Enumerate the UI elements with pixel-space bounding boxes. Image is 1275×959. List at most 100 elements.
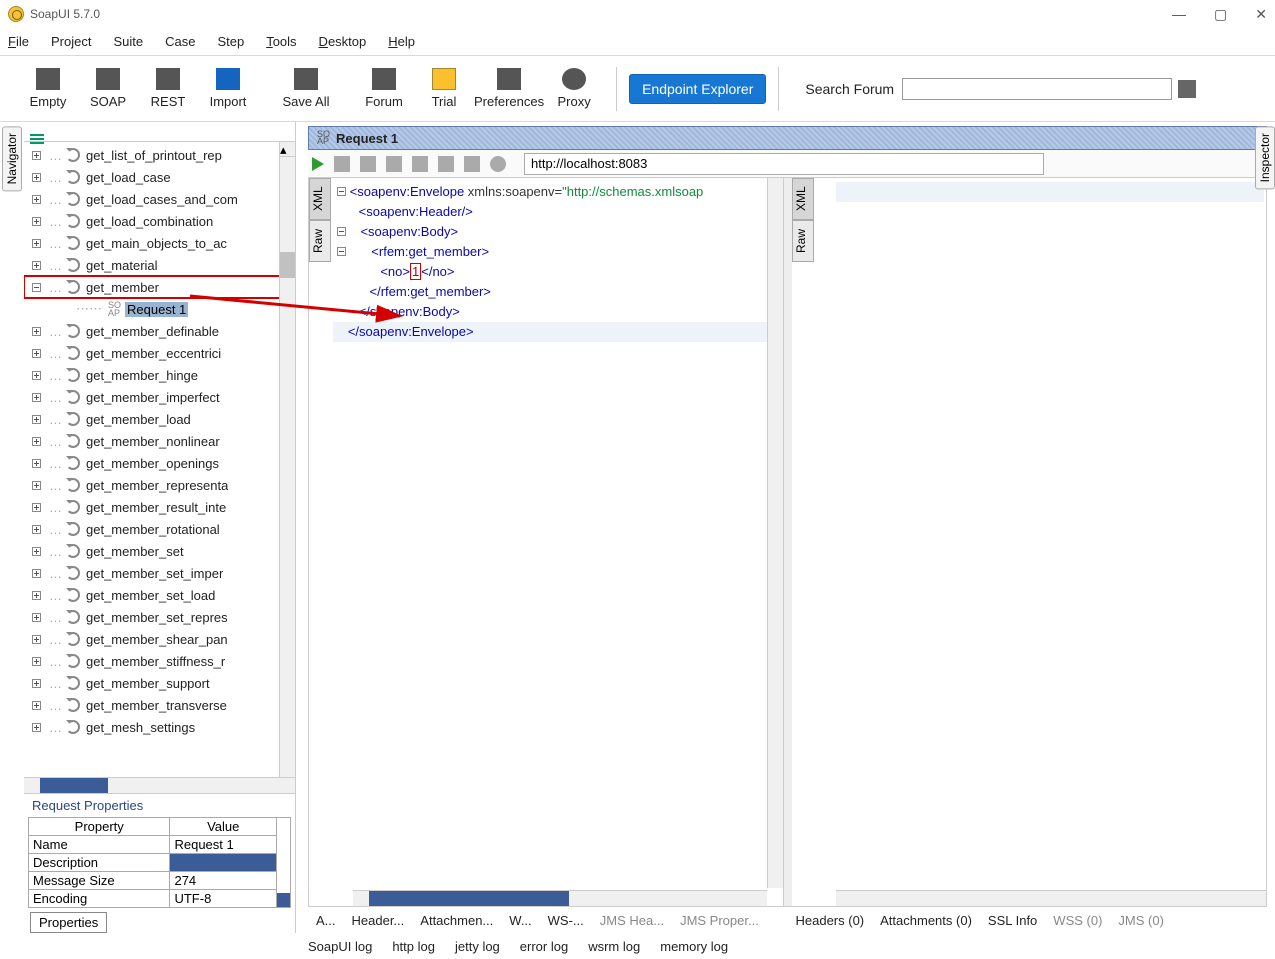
tree-item-get_load_cases_and_com[interactable]: …get_load_cases_and_com: [24, 188, 295, 210]
response-xml-tab[interactable]: XML: [792, 178, 814, 220]
export-icon[interactable]: [438, 156, 454, 172]
expand-icon[interactable]: [32, 327, 41, 336]
tree-item-get_member_representa[interactable]: …get_member_representa: [24, 474, 295, 496]
toolbar-preferences[interactable]: Preferences: [474, 68, 544, 109]
expand-icon[interactable]: [32, 701, 41, 710]
run-button[interactable]: [312, 157, 324, 171]
tree-item-get_member_definable[interactable]: …get_member_definable: [24, 320, 295, 342]
request-v-scrollbar[interactable]: [767, 178, 783, 888]
search-forum-input[interactable]: [902, 78, 1172, 100]
request-editor[interactable]: <soapenv:Envelope xmlns:soapenv="http://…: [331, 178, 783, 906]
req-tab-jmsprop[interactable]: JMS Proper...: [680, 913, 759, 928]
resp-tab-jms[interactable]: JMS (0): [1118, 913, 1164, 928]
log-error[interactable]: error log: [520, 939, 568, 954]
tree-item-get_member_transverse[interactable]: …get_member_transverse: [24, 694, 295, 716]
tree-item-get_member_load[interactable]: …get_member_load: [24, 408, 295, 430]
resp-tab-ssl[interactable]: SSL Info: [988, 913, 1037, 928]
tree-item-get_member_support[interactable]: …get_member_support: [24, 672, 295, 694]
menu-tools[interactable]: Tools: [266, 34, 296, 49]
tree-item-get_member_imperfect[interactable]: …get_member_imperfect: [24, 386, 295, 408]
req-tab-jmshead[interactable]: JMS Hea...: [600, 913, 664, 928]
expand-icon[interactable]: [32, 459, 41, 468]
log-soapui[interactable]: SoapUI log: [308, 939, 372, 954]
expand-icon[interactable]: [32, 261, 41, 270]
expand-icon[interactable]: [32, 437, 41, 446]
inspector-tab[interactable]: Inspector: [1255, 126, 1275, 189]
toolbar-soap[interactable]: SOAP: [78, 68, 138, 109]
resp-tab-attach[interactable]: Attachments (0): [880, 913, 972, 928]
tree-v-scrollbar[interactable]: ▴: [279, 142, 295, 777]
log-http[interactable]: http log: [392, 939, 435, 954]
help-icon[interactable]: [490, 156, 506, 172]
tree-item-get_member_set_repres[interactable]: …get_member_set_repres: [24, 606, 295, 628]
endpoint-url-input[interactable]: [524, 153, 1044, 175]
fold-icon[interactable]: [337, 227, 346, 236]
tree-item-get_list_of_printout_rep[interactable]: …get_list_of_printout_rep: [24, 144, 295, 166]
minimize-button[interactable]: —: [1172, 6, 1186, 23]
response-raw-tab[interactable]: Raw: [792, 220, 814, 262]
list-icon[interactable]: [30, 134, 44, 136]
req-tab-attach[interactable]: Attachmen...: [420, 913, 493, 928]
expand-icon[interactable]: [32, 635, 41, 644]
expand-icon[interactable]: [32, 349, 41, 358]
tree-item-get_member_result_inte[interactable]: …get_member_result_inte: [24, 496, 295, 518]
editor-title-bar[interactable]: SOAP Request 1: [308, 126, 1267, 150]
expand-icon[interactable]: [32, 547, 41, 556]
expand-icon[interactable]: [32, 591, 41, 600]
add-to-testcase-icon[interactable]: [334, 156, 350, 172]
prop-desc-val[interactable]: [170, 854, 277, 872]
pane-splitter[interactable]: [784, 178, 792, 906]
tree-item-get_member[interactable]: …get_member: [24, 276, 295, 298]
log-jetty[interactable]: jetty log: [455, 939, 500, 954]
tree-item-get_member_nonlinear[interactable]: …get_member_nonlinear: [24, 430, 295, 452]
menu-file[interactable]: File: [8, 34, 29, 49]
tree-item-get_load_combination[interactable]: …get_load_combination: [24, 210, 295, 232]
tree-item-get_member_eccentrici[interactable]: …get_member_eccentrici: [24, 342, 295, 364]
expand-icon[interactable]: [32, 481, 41, 490]
req-tab-wsrm[interactable]: WS-...: [548, 913, 584, 928]
log-wsrm[interactable]: wsrm log: [588, 939, 640, 954]
request-raw-tab[interactable]: Raw: [309, 220, 331, 262]
tree-item-get_member_set_load[interactable]: …get_member_set_load: [24, 584, 295, 606]
close-button[interactable]: ✕: [1255, 6, 1267, 23]
expand-icon[interactable]: [32, 217, 41, 226]
expand-icon[interactable]: [32, 503, 41, 512]
maximize-button[interactable]: ▢: [1214, 6, 1227, 23]
navigator-tab[interactable]: Navigator: [2, 126, 22, 191]
expand-icon[interactable]: [32, 195, 41, 204]
endpoint-explorer-button[interactable]: Endpoint Explorer: [629, 74, 766, 104]
toolbar-proxy[interactable]: Proxy: [544, 68, 604, 109]
navigator-tree[interactable]: …get_list_of_printout_rep…get_load_case……: [24, 142, 295, 740]
toolbar-trial[interactable]: Trial: [414, 68, 474, 109]
prop-name-val[interactable]: Request 1: [170, 836, 277, 854]
expand-icon[interactable]: [32, 657, 41, 666]
expand-icon[interactable]: [32, 613, 41, 622]
resp-tab-headers[interactable]: Headers (0): [796, 913, 865, 928]
properties-tab[interactable]: Properties: [30, 912, 107, 933]
toolbar-save-all[interactable]: Save All: [276, 68, 336, 109]
expand-icon[interactable]: [32, 393, 41, 402]
prop-enc-val[interactable]: UTF-8: [170, 890, 277, 908]
req-tab-auth[interactable]: A...: [316, 913, 336, 928]
expand-icon[interactable]: [32, 679, 41, 688]
toolbar-rest[interactable]: REST: [138, 68, 198, 109]
response-h-scrollbar[interactable]: [836, 890, 1266, 906]
tree-item-get_member_rotational[interactable]: …get_member_rotational: [24, 518, 295, 540]
req-tab-wsa[interactable]: W...: [509, 913, 531, 928]
expand-icon[interactable]: [32, 723, 41, 732]
fold-icon[interactable]: [337, 187, 346, 196]
calendar-icon[interactable]: [1178, 80, 1196, 98]
tree-item-get_material[interactable]: …get_material: [24, 254, 295, 276]
tree-request-item[interactable]: ⋯⋯SOAPRequest 1: [24, 298, 295, 320]
mock-response-icon[interactable]: [360, 156, 376, 172]
expand-icon[interactable]: [32, 371, 41, 380]
tree-item-get_mesh_settings[interactable]: …get_mesh_settings: [24, 716, 295, 738]
menu-desktop[interactable]: Desktop: [319, 34, 367, 49]
tree-item-get_load_case[interactable]: …get_load_case: [24, 166, 295, 188]
tree-item-get_member_set[interactable]: …get_member_set: [24, 540, 295, 562]
tab-layout-icon[interactable]: [412, 156, 428, 172]
expand-icon[interactable]: [32, 415, 41, 424]
toolbar-forum[interactable]: Forum: [354, 68, 414, 109]
tree-item-get_member_hinge[interactable]: …get_member_hinge: [24, 364, 295, 386]
toolbar-empty[interactable]: Empty: [18, 68, 78, 109]
